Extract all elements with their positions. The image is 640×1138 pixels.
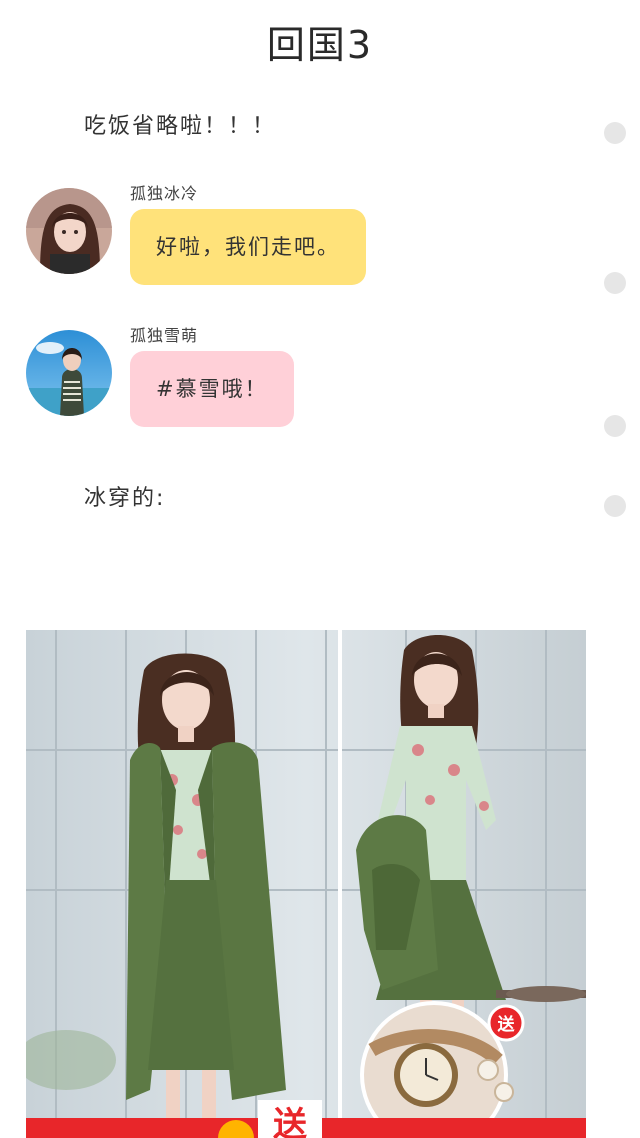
- message-bubble[interactable]: #慕雪哦！: [130, 351, 294, 427]
- scroll-indicator-dot: [604, 495, 626, 517]
- avatar[interactable]: [26, 188, 112, 274]
- svg-text:送: 送: [498, 1014, 516, 1035]
- scroll-indicator-dot: [604, 122, 626, 144]
- avatar[interactable]: [26, 330, 112, 416]
- scroll-indicator-dot: [604, 272, 626, 294]
- sender-name: 孤独雪萌: [130, 326, 199, 345]
- narration-text: 吃饭省略啦！！！: [84, 114, 277, 139]
- chapter-title: 回国3: [266, 23, 374, 67]
- sender-name: 孤独冰冷: [130, 184, 199, 203]
- message-bubble[interactable]: 好啦，我们走吧。: [130, 209, 366, 285]
- narration-text: 冰穿的:: [84, 486, 166, 511]
- svg-text:送: 送: [273, 1105, 307, 1138]
- outfit-photo[interactable]: 送 送: [26, 630, 586, 1138]
- scroll-indicator-dot: [604, 415, 626, 437]
